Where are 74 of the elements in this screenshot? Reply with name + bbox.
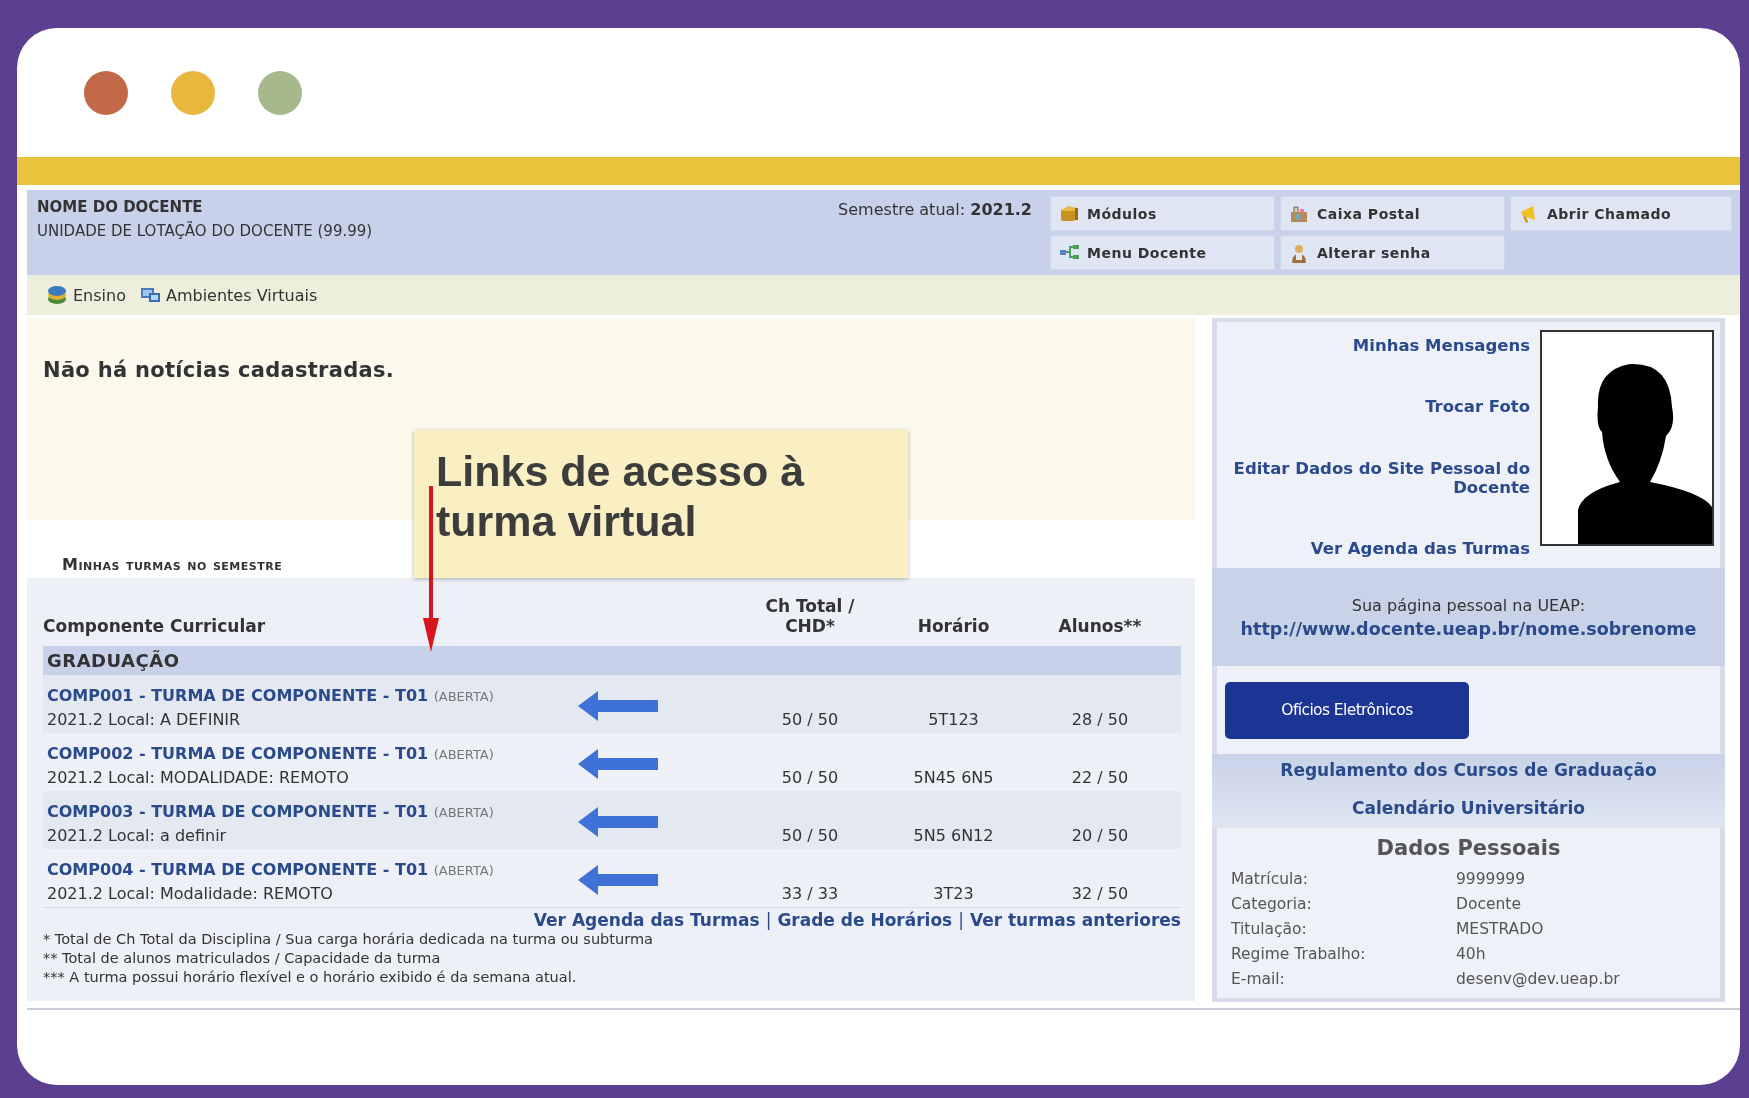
minimize-window-dot[interactable] (171, 70, 215, 115)
close-window-dot[interactable] (84, 70, 128, 115)
class-link[interactable]: COMP003 - TURMA DE COMPONENTE - T01 (ABERTA) (47, 802, 568, 821)
footnote: * Total de Ch Total da Disciplina / Sua carga horária dedicada na turma ou subturma (43, 930, 654, 949)
profile-link[interactable]: Ver Agenda das Turmas (1310, 539, 1530, 558)
info-link[interactable]: Regulamento dos Cursos de Graduação (1280, 760, 1657, 780)
footnote: ** Total de alunos matriculados / Capacidade da turma (43, 949, 442, 968)
class-link[interactable]: COMP004 - TURMA DE COMPONENTE - T01 (ABERTA) (47, 860, 568, 879)
personal-page-link[interactable]: http://www.docente.ueap.br/nome.sobrenome (1240, 618, 1697, 639)
class-detail: 2021.2 Local: a definir (47, 826, 228, 845)
class-link[interactable]: COMP001 - TURMA DE COMPONENTE - T01 (ABERTA) (47, 686, 568, 705)
personal-data-title: Dados Pessoais (1375, 836, 1562, 860)
person-icon (1289, 242, 1309, 263)
class-detail: 2021.2 Local: MODALIDADE: REMOTO (47, 768, 350, 787)
footer-link[interactable]: Grade de Horários (777, 910, 953, 930)
link-separator: | (958, 910, 964, 930)
field-label: Matrícula: (1231, 870, 1309, 888)
table-cell-text: 28 / 50 (1070, 710, 1130, 729)
field-label: E-mail: (1231, 970, 1286, 988)
maximize-window-dot[interactable] (258, 70, 302, 115)
column-header: Alunos** (1057, 616, 1143, 638)
table-cell-text: 50 / 50 (780, 768, 840, 787)
class-detail: 2021.2 Local: Modalidade: REMOTO (47, 884, 334, 903)
header-button[interactable]: Alterar senha (1280, 235, 1505, 270)
table-cell-text: 50 / 50 (780, 710, 840, 729)
menu-item[interactable]: Ambientes Virtuais (139, 285, 318, 305)
profile-link[interactable]: Trocar Foto (1425, 397, 1530, 417)
current-semester: Semestre atual: 2021.2 (838, 199, 1032, 221)
footer-link[interactable]: Ver turmas anteriores (969, 910, 1181, 930)
field-value: MESTRADO (1456, 920, 1545, 938)
table-cell-text: 33 / 33 (780, 884, 840, 903)
class-link[interactable]: COMP002 - TURMA DE COMPONENTE - T01 (ABERTA) (47, 744, 568, 763)
header-button[interactable]: Menu Docente (1050, 235, 1275, 270)
teacher-unit: UNIDADE DE LOTAÇÃO DO DOCENTE (99.99) (37, 222, 374, 240)
field-value: desenv@dev.ueap.br (1456, 970, 1621, 988)
column-header: Ch Total / CHD* (764, 596, 856, 638)
field-value: Docente (1456, 895, 1522, 913)
footer-link[interactable]: Ver Agenda das Turmas (533, 910, 760, 930)
personal-page-label: Sua página pessoal na UEAP: (1351, 595, 1586, 615)
class-detail: 2021.2 Local: A DEFINIR (47, 710, 242, 729)
table-cell-text: 50 / 50 (780, 826, 840, 845)
field-label: Titulação: (1231, 920, 1308, 938)
section-title: Minhas turmas no semestre (62, 555, 283, 574)
table-cell-text: 5T123 (927, 710, 980, 729)
profile-link[interactable]: Minhas Mensagens (1352, 336, 1530, 355)
table-cell-text: 20 / 50 (1070, 826, 1130, 845)
info-link[interactable]: Calendário Universitário (1352, 798, 1585, 818)
stack-icon (47, 285, 67, 305)
link-separator: | (765, 910, 772, 930)
callout-note: Links de acesso à turma virtual (414, 430, 908, 578)
group-header: GRADUAÇÃO (43, 646, 1181, 675)
table-cell-text: 3T23 (932, 884, 975, 903)
header-button[interactable]: Módulos (1050, 196, 1275, 231)
field-label: Regime Trabalho: (1231, 945, 1367, 963)
oficios-button[interactable]: Ofícios Eletrônicos (1225, 681, 1469, 739)
column-header: Componente Curricular (43, 616, 267, 638)
cube-icon (1059, 203, 1079, 224)
mailbox-icon (1289, 203, 1309, 224)
table-cell-text: 5N5 6N12 (912, 826, 995, 845)
table-cell-text: 22 / 50 (1070, 768, 1130, 787)
profile-link[interactable]: Editar Dados do Site Pessoal do Docente (1223, 458, 1530, 497)
header-button[interactable]: Abrir Chamado (1510, 196, 1732, 231)
field-value: 40h (1456, 945, 1487, 963)
news-message: Não há notícias cadastradas. (43, 358, 395, 382)
teacher-name: NOME DO DOCENTE (37, 198, 204, 216)
table-cell-text: 5N45 6N5 (912, 768, 995, 787)
menu-item[interactable]: Ensino (47, 285, 126, 305)
footnote: *** A turma possui horário flexível e o horário exibido é da semana atual. (43, 968, 578, 987)
column-header: Horário (916, 616, 991, 638)
header-button[interactable]: Caixa Postal (1280, 196, 1505, 231)
field-label: Categoria: (1231, 895, 1313, 913)
table-cell-text: 32 / 50 (1070, 884, 1130, 903)
field-value: 9999999 (1456, 870, 1527, 888)
monitors-icon (139, 285, 160, 305)
